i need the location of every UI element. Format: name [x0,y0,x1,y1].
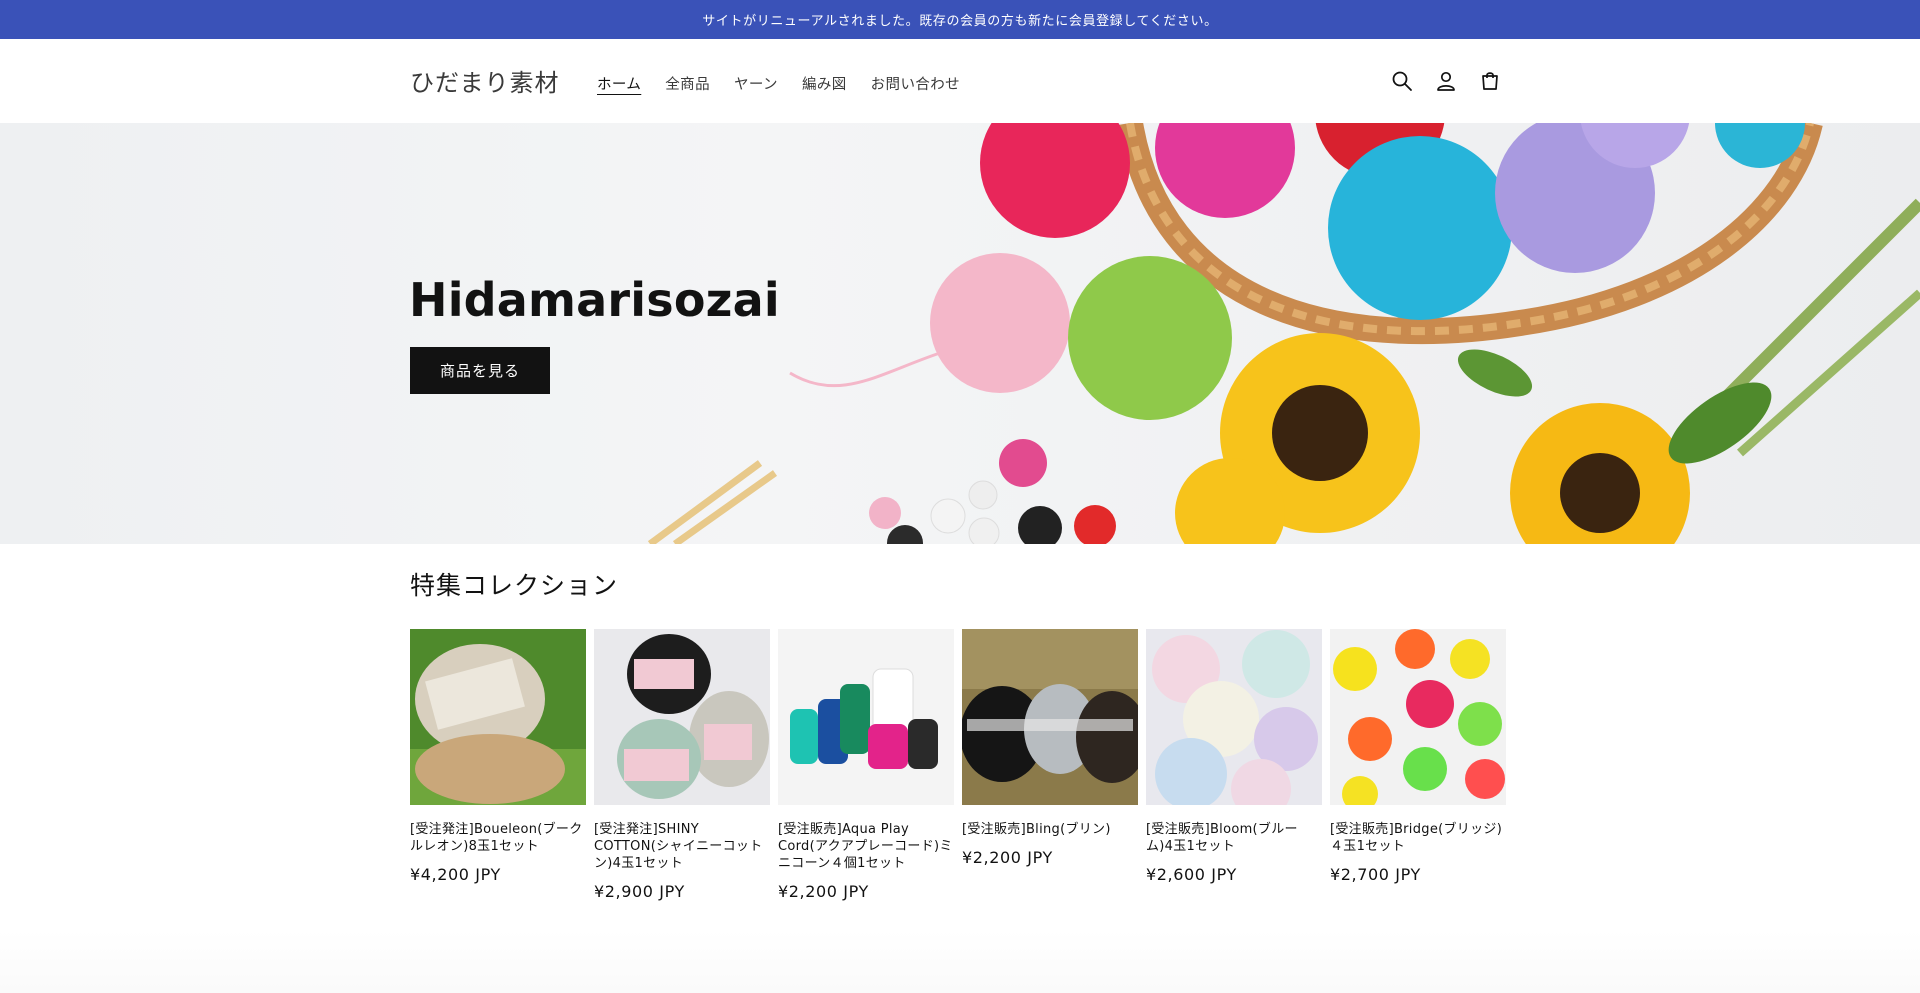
announcement-bar: サイトがリニューアルされました。既存の会員の方も新たに会員登録してください。 [0,0,1920,39]
product-card[interactable]: [受注発注]SHINY COTTON(シャイニーコットン)4玉1セット ¥2,9… [594,629,770,901]
view-products-button[interactable]: 商品を見る [410,347,550,394]
hero-yarn-image [647,123,1920,544]
product-name[interactable]: [受注販売]Bloom(ブルーム)4玉1セット [1146,821,1322,855]
nav-patterns[interactable]: 編み図 [802,73,847,94]
product-image[interactable] [410,629,586,805]
hero-banner: Hidamarisozai 商品を見る [0,123,1920,544]
product-name[interactable]: [受注発注]Boueleon(ブークルレオン)8玉1セット [410,821,586,855]
product-image[interactable] [778,629,954,805]
product-image[interactable] [1330,629,1506,805]
product-price: ¥2,200 JPY [962,848,1053,867]
page-bottom-section [0,930,1920,993]
product-name[interactable]: [受注販売]Bridge(ブリッジ)４玉1セット [1330,821,1506,855]
product-image[interactable] [1146,629,1322,805]
product-card[interactable]: [受注発注]Boueleon(ブークルレオン)8玉1セット ¥4,200 JPY [410,629,586,901]
account-icon[interactable] [1434,63,1458,99]
nav-yarn[interactable]: ヤーン [734,73,778,94]
product-image[interactable] [594,629,770,805]
product-card[interactable]: [受注販売]Aqua Play Cord(アクアプレーコード)ミニコーン４個1セ… [778,629,954,901]
product-name[interactable]: [受注販売]Bling(ブリン) [962,821,1138,838]
product-card[interactable]: [受注販売]Bling(ブリン) ¥2,200 JPY [962,629,1138,901]
nav-home[interactable]: ホーム [597,73,641,94]
header-icons [1390,63,1502,99]
announcement-text: サイトがリニューアルされました。既存の会員の方も新たに会員登録してください。 [702,14,1218,29]
hero-title: Hidamarisozai [409,273,780,327]
product-card[interactable]: [受注販売]Bridge(ブリッジ)４玉1セット ¥2,700 JPY [1330,629,1506,901]
main-nav: ホーム 全商品 ヤーン 編み図 お問い合わせ [597,73,984,94]
product-grid: [受注発注]Boueleon(ブークルレオン)8玉1セット ¥4,200 JPY… [410,629,1506,901]
nav-contact[interactable]: お問い合わせ [871,73,960,94]
product-card[interactable]: [受注販売]Bloom(ブルーム)4玉1セット ¥2,600 JPY [1146,629,1322,901]
product-name[interactable]: [受注販売]Aqua Play Cord(アクアプレーコード)ミニコーン４個1セ… [778,821,954,872]
product-price: ¥2,900 JPY [594,882,685,901]
product-image[interactable] [962,629,1138,805]
site-header: ひだまり素材 ホーム 全商品 ヤーン 編み図 お問い合わせ [0,39,1920,123]
product-price: ¥4,200 JPY [410,865,501,884]
cart-icon[interactable] [1478,63,1502,99]
nav-all-products[interactable]: 全商品 [665,73,710,94]
featured-collection-title: 特集コレクション [410,571,619,600]
product-price: ¥2,600 JPY [1146,865,1237,884]
store-logo[interactable]: ひだまり素材 [410,63,560,98]
product-price: ¥2,700 JPY [1330,865,1421,884]
search-icon[interactable] [1390,63,1414,99]
product-name[interactable]: [受注発注]SHINY COTTON(シャイニーコットン)4玉1セット [594,821,770,872]
product-price: ¥2,200 JPY [778,882,869,901]
